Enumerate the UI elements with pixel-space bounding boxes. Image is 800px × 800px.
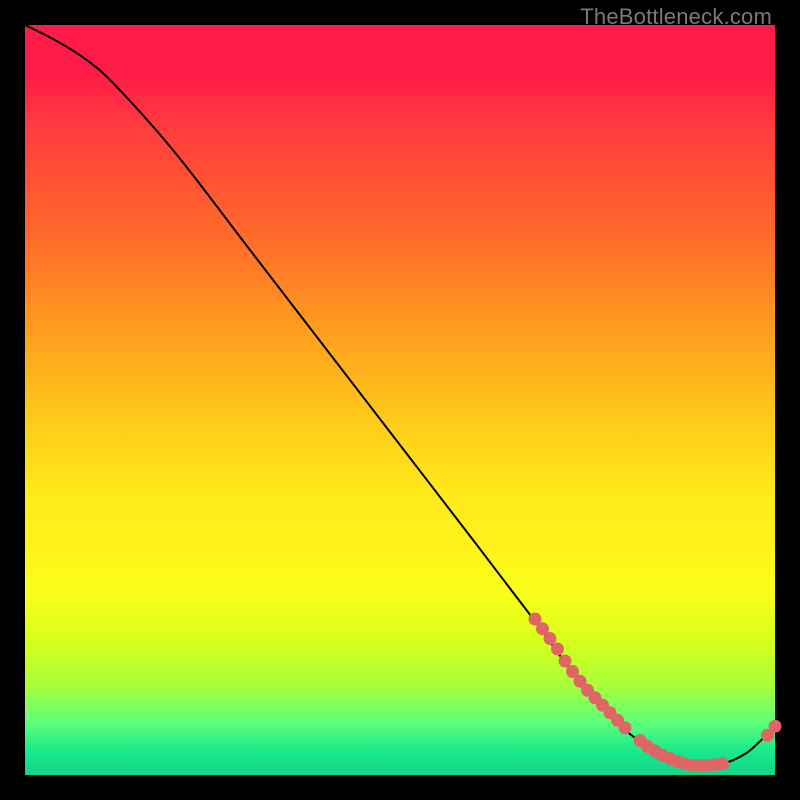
data-point [544, 632, 557, 645]
data-point [551, 643, 564, 656]
chart-frame: TheBottleneck.com [0, 0, 800, 800]
data-point [619, 721, 632, 734]
curve-line [25, 25, 775, 765]
data-markers [529, 613, 782, 772]
data-point [716, 757, 729, 770]
chart-svg [25, 25, 775, 775]
data-point [559, 655, 572, 668]
data-point [769, 720, 782, 733]
